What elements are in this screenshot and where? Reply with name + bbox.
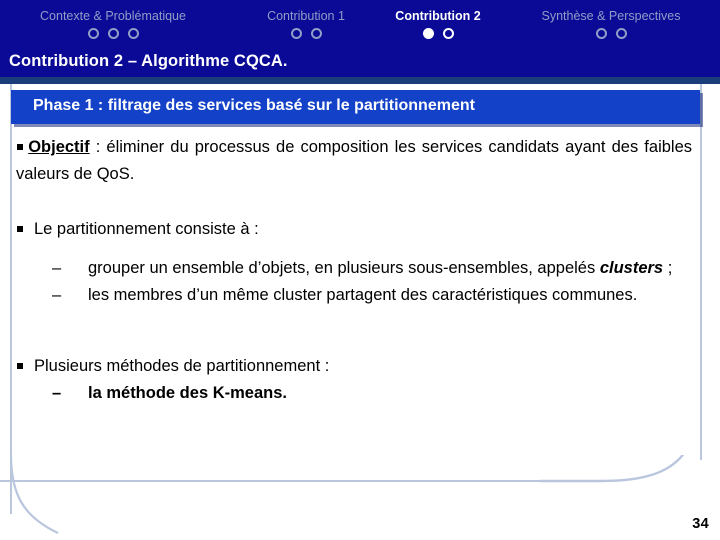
nav-item-contexte-problematique[interactable]: Contexte & Problématique	[4, 8, 222, 39]
square-bullet-icon	[17, 144, 23, 150]
nav-item-label: Contribution 2	[395, 9, 481, 23]
header-divider-strip	[0, 77, 720, 84]
sub-item-text-before: grouper un ensemble d’objets, en plusieu…	[88, 259, 600, 277]
square-bullet-icon	[17, 363, 23, 369]
nav-item-dots	[232, 28, 380, 39]
nav-item-synthese-perspectives[interactable]: Synthèse & Perspectives	[505, 8, 717, 39]
nav-dot-hollow[interactable]	[310, 28, 322, 39]
sub-item-text-after: ;	[663, 259, 673, 277]
sub-item-grouper: – grouper un ensemble d’objets, en plusie…	[16, 255, 692, 282]
nav-dot-hollow[interactable]	[290, 28, 302, 39]
partitionnement-heading-label: Le partitionnement consiste à :	[34, 220, 259, 238]
nav-item-contribution-1[interactable]: Contribution 1	[232, 8, 380, 39]
sub-item-membres: – les membres d’un même cluster partagent…	[16, 282, 692, 309]
nav-dot-hollow[interactable]	[127, 28, 139, 39]
dash-bullet-icon: –	[52, 286, 62, 304]
bullet-objectif: Objectif : éliminer du processus de comp…	[16, 134, 692, 188]
nav-item-dots	[368, 28, 508, 39]
bullet-methodes-heading: Plusieurs méthodes de partitionnement :	[16, 353, 692, 380]
square-bullet-icon	[17, 226, 23, 232]
nav-dot-hollow[interactable]	[595, 28, 607, 39]
nav-dot-hollow[interactable]	[615, 28, 627, 39]
bullet-partitionnement-heading: Le partitionnement consiste à :	[16, 216, 692, 243]
frame-left-border	[10, 84, 12, 514]
objectif-keyword: Objectif	[28, 138, 90, 156]
decorative-line-bottom	[0, 480, 560, 482]
nav-item-label: Contexte & Problématique	[40, 9, 186, 23]
slide: Contexte & Problématique Contribution 1 …	[0, 0, 720, 540]
dash-bullet-icon: –	[52, 259, 62, 277]
sub-item-text-before: les membres d’un même cluster partagent …	[88, 286, 638, 304]
sub-item-emphasis: clusters	[599, 259, 664, 277]
frame-right-border	[700, 84, 702, 460]
nav-dot-filled[interactable]	[422, 28, 434, 39]
nav-item-dots	[4, 28, 222, 39]
dash-bullet-icon: –	[52, 384, 62, 402]
sub-item-text: la méthode des K-means.	[88, 384, 287, 402]
nav-item-label: Synthèse & Perspectives	[541, 9, 681, 23]
slide-title: Contribution 2 – Algorithme CQCA.	[9, 52, 288, 70]
decorative-swoosh-left-icon	[10, 455, 59, 534]
objectif-line-1: : éliminer du processus de composition l…	[89, 138, 483, 156]
page-number: 34	[692, 516, 709, 532]
nav-dot-hollow[interactable]	[107, 28, 119, 39]
phase-banner: Phase 1 : filtrage des services basé sur…	[11, 90, 700, 124]
methodes-heading-label: Plusieurs méthodes de partitionnement :	[34, 357, 330, 375]
nav-dot-hollow[interactable]	[87, 28, 99, 39]
nav-item-label: Contribution 1	[267, 9, 345, 23]
nav-item-contribution-2[interactable]: Contribution 2	[368, 8, 508, 39]
slide-content: Objectif : éliminer du processus de comp…	[16, 134, 692, 407]
nav-item-dots	[505, 28, 717, 39]
partitionnement-sublist: – grouper un ensemble d’objets, en plusie…	[16, 255, 692, 309]
nav-dot-hollow[interactable]	[442, 28, 454, 39]
methodes-sublist: – la méthode des K-means.	[16, 380, 692, 407]
section-navigation: Contexte & Problématique Contribution 1 …	[0, 8, 720, 48]
decorative-swoosh-icon	[540, 455, 685, 483]
sub-item-kmeans: – la méthode des K-means.	[16, 380, 692, 407]
phase-banner-label: Phase 1 : filtrage des services basé sur…	[33, 97, 475, 114]
